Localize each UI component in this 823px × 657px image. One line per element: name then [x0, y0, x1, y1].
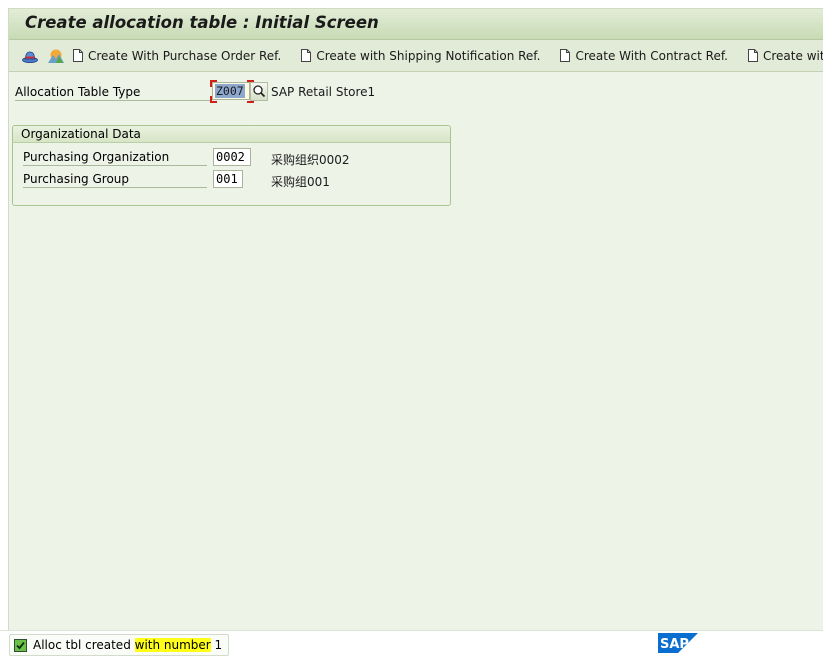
sap-logo: SAP [658, 633, 698, 653]
purchasing-group-input[interactable]: 001 [213, 170, 243, 188]
create-with-po-ref-label: Create With Purchase Order Ref. [88, 48, 282, 63]
mountain-icon[interactable] [47, 47, 65, 65]
purchasing-organization-input[interactable]: 0002 [213, 148, 251, 166]
document-icon [560, 49, 571, 62]
organizational-data-group: Organizational Data Purchasing Organizat… [12, 125, 451, 206]
value-help-button[interactable] [250, 82, 268, 101]
hat-icon[interactable] [21, 47, 39, 65]
status-text-suffix: 1 [210, 638, 223, 652]
title-bar: Create allocation table : Initial Screen [9, 9, 823, 40]
create-with-shipping-notification-ref-label: Create with Shipping Notification Ref. [316, 48, 541, 63]
status-text-prefix: Alloc tbl created [33, 638, 135, 652]
purchasing-organization-description: 采购组织0002 [271, 153, 350, 167]
create-with-shipping-notification-ref-button[interactable]: Create with Shipping Notification Ref. [301, 49, 540, 63]
document-icon [301, 49, 312, 62]
required-marker [210, 96, 217, 103]
search-icon [253, 85, 266, 98]
application-toolbar: Create With Purchase Order Ref. Create w… [9, 40, 823, 72]
create-with-material-button[interactable]: Create with Mate [748, 49, 823, 63]
required-marker [210, 80, 217, 87]
document-icon [73, 49, 83, 62]
purchasing-group-label: Purchasing Group [23, 172, 207, 188]
purchasing-group-description: 采购组001 [271, 175, 330, 189]
create-with-material-label: Create with Mate [763, 48, 823, 63]
check-icon [14, 638, 27, 652]
create-with-contract-ref-label: Create With Contract Ref. [575, 48, 728, 63]
main-frame: Create allocation table : Initial Screen… [8, 8, 823, 631]
group-title: Organizational Data [13, 126, 450, 143]
page-title: Create allocation table : Initial Screen [25, 13, 379, 32]
status-message[interactable]: Alloc tbl created with number 1 [9, 634, 230, 656]
create-with-contract-ref-button[interactable]: Create With Contract Ref. [560, 49, 728, 63]
allocation-table-type-input[interactable]: Z007 [212, 82, 250, 100]
create-with-po-ref-button[interactable]: Create With Purchase Order Ref. [73, 49, 281, 63]
allocation-table-type-description: SAP Retail Store1 [271, 85, 376, 99]
purchasing-organization-label: Purchasing Organization [23, 150, 207, 166]
allocation-table-type-value: Z007 [215, 84, 245, 98]
status-bar: Alloc tbl created with number 1 SAP [0, 630, 823, 657]
document-icon [748, 49, 758, 62]
sap-logo-text: SAP [660, 637, 689, 652]
allocation-table-type-label: Allocation Table Type [15, 85, 211, 101]
status-text-highlight: with number [134, 638, 211, 652]
